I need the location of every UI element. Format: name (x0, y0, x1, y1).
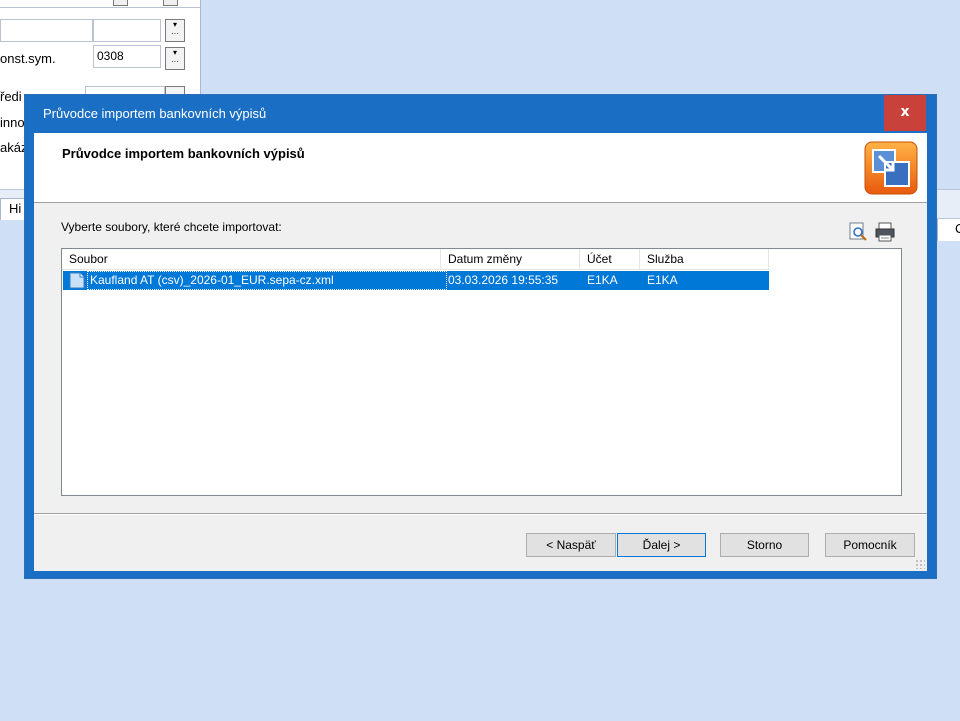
wizard-header: Průvodce importem bankovních výpisů (34, 133, 927, 203)
date-modified-cell: 03.03.2026 19:55:35 (448, 273, 559, 287)
cancel-button[interactable]: Storno (720, 533, 809, 557)
resize-grip[interactable] (915, 559, 925, 569)
next-button[interactable]: Ďalej > (617, 533, 706, 557)
column-header-service[interactable]: Služba (640, 249, 769, 269)
column-header-account[interactable]: Účet (580, 249, 640, 269)
background-label-2: inno (0, 115, 25, 130)
background-mini-button[interactable] (163, 0, 178, 6)
wizard-import-icon (864, 141, 918, 195)
back-button[interactable]: < Naspäť (526, 533, 616, 557)
wizard-content: Vyberte soubory, které chcete importovat… (34, 204, 927, 513)
const-sym-label: onst.sym. (0, 51, 56, 66)
account-cell: E1KA (587, 273, 618, 287)
background-right-column: C (937, 219, 960, 241)
column-header-file[interactable]: Soubor (62, 249, 441, 269)
dialog-title-bar[interactable]: Průvodce importem bankovních výpisů x (25, 95, 936, 133)
background-field-empty-2[interactable] (93, 19, 161, 42)
footer-separator-highlight (34, 514, 927, 515)
dialog-client-area: Průvodce importem bankovních výpisů Vybe… (34, 133, 927, 571)
background-label-1: ředi (0, 89, 22, 104)
service-cell: E1KA (647, 273, 678, 287)
file-list[interactable]: Soubor Datum změny Účet Služba Kaufland … (61, 248, 902, 496)
column-header-date[interactable]: Datum změny (441, 249, 580, 269)
spin-button[interactable]: ▾ ··· (165, 19, 185, 42)
background-field-empty[interactable] (0, 19, 93, 42)
help-button[interactable]: Pomocník (825, 533, 915, 557)
background-mini-button[interactable] (113, 0, 128, 6)
select-files-prompt: Vyberte soubory, které chcete importovat… (61, 220, 282, 234)
close-button[interactable]: x (884, 95, 926, 131)
background-top-strip (0, 0, 200, 8)
const-sym-field[interactable]: 0308 (93, 45, 161, 68)
wizard-header-title: Průvodce importem bankovních výpisů (62, 146, 305, 161)
file-name-cell: Kaufland AT (csv)_2026-01_EUR.sepa-cz.xm… (90, 273, 334, 287)
file-list-header: Soubor Datum změny Účet Služba (62, 249, 769, 270)
preview-icon[interactable] (847, 221, 869, 243)
file-row[interactable]: Kaufland AT (csv)_2026-01_EUR.sepa-cz.xm… (63, 271, 769, 290)
dialog-title: Průvodce importem bankovních výpisů (43, 106, 267, 121)
xml-file-icon (69, 272, 85, 289)
import-wizard-dialog: Průvodce importem bankovních výpisů x Pr… (24, 94, 937, 579)
spin-button[interactable]: ▾ ··· (165, 47, 185, 70)
print-icon[interactable] (874, 221, 896, 243)
